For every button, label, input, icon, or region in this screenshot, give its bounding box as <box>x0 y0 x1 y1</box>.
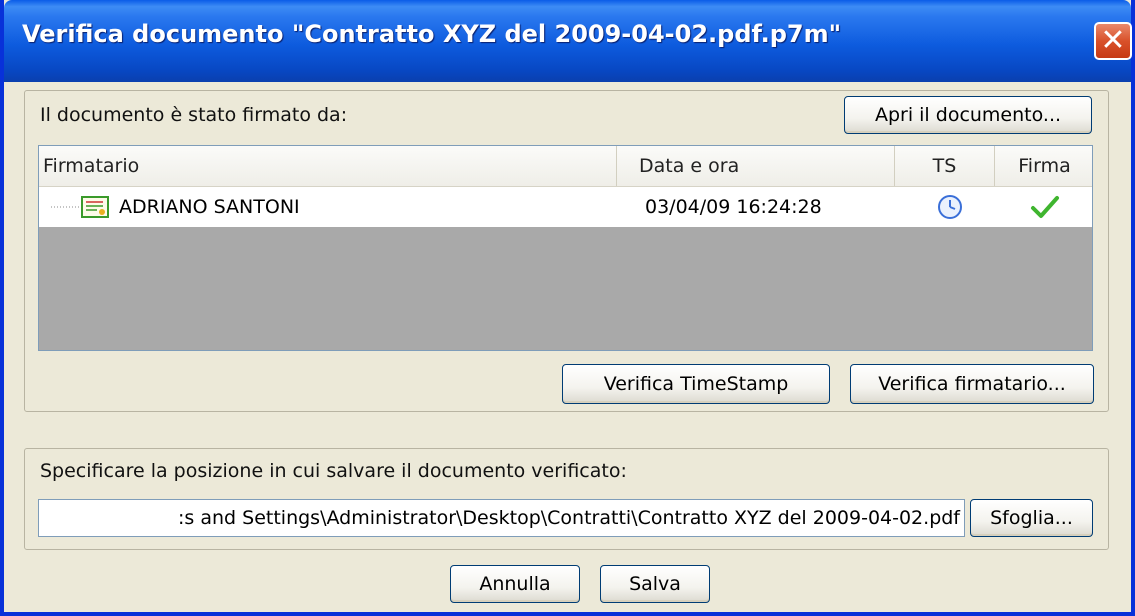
browse-button[interactable]: Sfoglia... <box>970 499 1093 537</box>
window-title: Verifica documento "Contratto XYZ del 20… <box>22 20 842 48</box>
save-path-value: :s and Settings\Administrator\Desktop\Co… <box>178 507 960 529</box>
save-location-label: Specificare la posizione in cui salvare … <box>40 460 627 482</box>
signed-by-label: Il documento è stato firmato da: <box>40 104 348 126</box>
cancel-button[interactable]: Annulla <box>450 565 580 603</box>
close-icon: ✕ <box>1100 23 1126 58</box>
table-header: Firmatario Data e ora TS Firma <box>39 146 1092 188</box>
signers-table: Firmatario Data e ora TS Firma ADRIANO S… <box>38 145 1093 351</box>
certificate-icon <box>81 187 111 227</box>
save-button[interactable]: Salva <box>600 565 710 603</box>
table-row[interactable]: ADRIANO SANTONI 03/04/09 16:24:28 <box>39 187 1092 227</box>
column-header-datetime[interactable]: Data e ora <box>617 146 895 186</box>
tree-connector <box>51 187 81 227</box>
column-header-signer[interactable]: Firmatario <box>39 146 617 186</box>
column-header-firma[interactable]: Firma <box>995 146 1092 186</box>
verify-signer-button[interactable]: Verifica firmatario... <box>850 364 1094 404</box>
title-bar[interactable]: Verifica documento "Contratto XYZ del 20… <box>4 0 1132 82</box>
save-path-field[interactable]: :s and Settings\Administrator\Desktop\Co… <box>38 499 965 537</box>
verify-timestamp-button[interactable]: Verifica TimeStamp <box>562 364 830 404</box>
open-document-button[interactable]: Apri il documento... <box>844 96 1092 134</box>
clock-icon[interactable] <box>935 187 965 227</box>
signature-datetime: 03/04/09 16:24:28 <box>645 196 822 218</box>
column-header-ts[interactable]: TS <box>895 146 995 186</box>
dialog-window: Verifica documento "Contratto XYZ del 20… <box>0 0 1135 616</box>
close-button[interactable]: ✕ <box>1094 22 1132 60</box>
checkmark-icon <box>1029 187 1061 227</box>
signer-name: ADRIANO SANTONI <box>119 196 300 218</box>
tree-line-icon <box>51 206 81 208</box>
